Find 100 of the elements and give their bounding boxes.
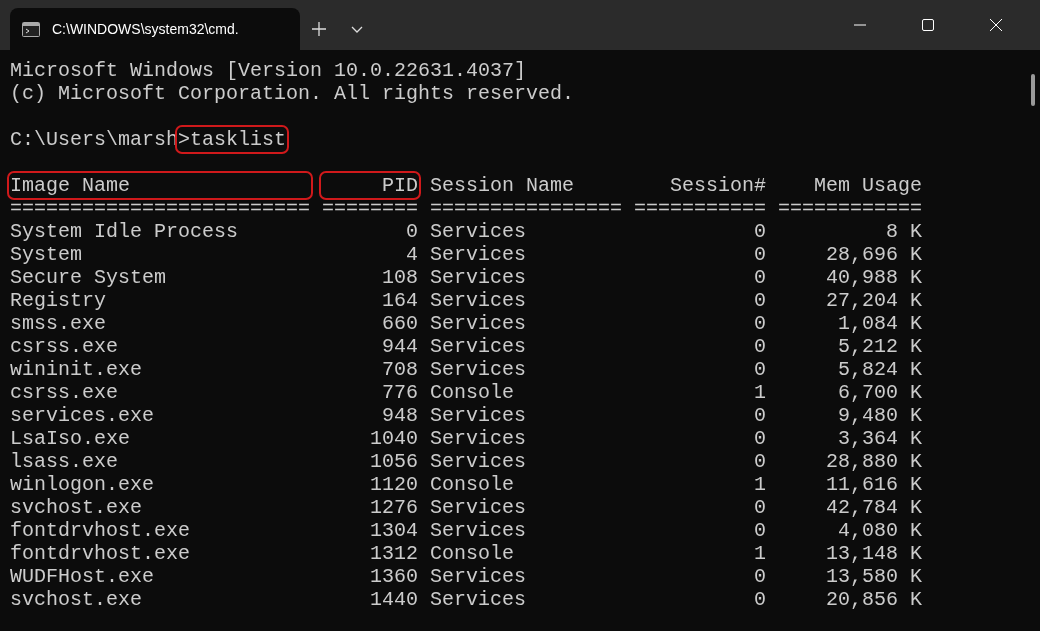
table-cell-text: Services (430, 289, 527, 312)
table-cell-text: services.exe (10, 404, 156, 427)
table-cell-text: fontdrvhost.exe (10, 519, 192, 542)
terminal-icon (22, 21, 40, 37)
table-cell-text: 948 (381, 404, 418, 427)
table-cell-text: lsass.exe (10, 450, 120, 473)
table-cell-text: Services (430, 450, 527, 473)
tab-title: C:\WINDOWS\system32\cmd. (52, 21, 239, 37)
table-cell-text: 1312 (369, 542, 418, 565)
table-cell-text: Services (430, 404, 527, 427)
table-cell-text: 1276 (369, 496, 418, 519)
prompt-path: C:\Users\marsh (10, 128, 179, 151)
table-cell-text: 5,212 K (837, 335, 922, 358)
table-cell-text: 0 (753, 266, 766, 289)
table-cell-text: Services (430, 358, 527, 381)
table-cell-text: 0 (753, 289, 766, 312)
table-cell-text: 20,856 K (825, 588, 922, 611)
column-header: Session Name (430, 174, 576, 197)
table-cell-text: 28,696 K (825, 243, 922, 266)
table-cell-text: 1040 (369, 427, 418, 450)
table-cell-text: 13,580 K (825, 565, 922, 588)
table-cell-text: 776 (381, 381, 418, 404)
table-cell-text: Services (430, 266, 527, 289)
table-cell-text: 1304 (369, 519, 418, 542)
column-header: Session# (669, 174, 766, 197)
table-cell-text: wininit.exe (10, 358, 144, 381)
table-cell-text: System (10, 243, 83, 266)
table-cell-text: Services (430, 220, 527, 243)
table-cell-text: 1,084 K (837, 312, 922, 335)
maximize-icon (922, 19, 934, 31)
table-cell-text: 0 (753, 312, 766, 335)
table-cell-text: Console (430, 381, 515, 404)
minimize-icon (854, 24, 866, 26)
table-cell-text: 1 (753, 381, 766, 404)
table-cell-text: 9,480 K (837, 404, 922, 427)
table-cell-text: Console (430, 473, 515, 496)
table-cell-text: Services (430, 312, 527, 335)
table-cell-text: Secure System (10, 266, 168, 289)
header-underline: ============ (778, 197, 922, 220)
console-text: (c) Microsoft Corporation. All rights reserved. (10, 82, 575, 105)
table-cell-text: 1440 (369, 588, 418, 611)
table-cell-text: Services (430, 588, 527, 611)
table-cell-text: 0 (753, 519, 766, 542)
command-text: >tasklist (178, 128, 287, 151)
table-cell-text: 1 (753, 473, 766, 496)
table-cell-text: Console (430, 542, 515, 565)
table-cell-text: 108 (381, 266, 418, 289)
table-cell-text: 28,880 K (825, 450, 922, 473)
table-cell-text: 0 (753, 565, 766, 588)
table-cell-text: 1120 (369, 473, 418, 496)
table-cell-text: 42,784 K (825, 496, 922, 519)
table-cell-text: Services (430, 335, 527, 358)
column-header: PID (322, 174, 418, 197)
scrollbar-thumb[interactable] (1031, 74, 1035, 106)
table-cell-text: 27,204 K (825, 289, 922, 312)
header-underline: =========== (634, 197, 766, 220)
table-cell-text: csrss.exe (10, 381, 120, 404)
header-underline: ========================= (10, 197, 310, 220)
plus-icon (312, 22, 326, 36)
table-cell-text: 0 (753, 450, 766, 473)
table-cell-text: 5,824 K (837, 358, 922, 381)
table-cell-text: 8 K (885, 220, 922, 243)
table-cell-text: Services (430, 427, 527, 450)
chevron-down-icon (351, 25, 363, 33)
table-cell-text: 708 (381, 358, 418, 381)
table-cell-text: 164 (381, 289, 418, 312)
table-cell-text: svchost.exe (10, 496, 144, 519)
table-cell-text: 0 (753, 427, 766, 450)
table-cell-text: smss.exe (10, 312, 107, 335)
table-cell-text: 0 (753, 358, 766, 381)
table-cell-text: 0 (753, 496, 766, 519)
table-cell-text: LsaIso.exe (10, 427, 132, 450)
close-icon (990, 19, 1002, 31)
table-cell-text: 11,616 K (825, 473, 922, 496)
table-cell-text: 1056 (369, 450, 418, 473)
table-cell-text: Services (430, 519, 527, 542)
console-text: Microsoft Windows [Version 10.0.22631.4037] (10, 59, 527, 82)
table-cell-text: winlogon.exe (10, 473, 156, 496)
table-cell-text: 1360 (369, 565, 418, 588)
table-cell-text: svchost.exe (10, 588, 144, 611)
table-cell-text: Registry (10, 289, 107, 312)
table-cell-text: csrss.exe (10, 335, 120, 358)
table-cell-text: 6,700 K (837, 381, 922, 404)
table-cell-text: 944 (381, 335, 418, 358)
header-underline: ======== (322, 197, 418, 220)
table-cell-text: 3,364 K (837, 427, 922, 450)
terminal-tab[interactable]: C:\WINDOWS\system32\cmd. (10, 8, 300, 50)
table-cell-text: 0 (753, 335, 766, 358)
table-cell-text: fontdrvhost.exe (10, 542, 192, 565)
table-cell-text: Services (430, 496, 527, 519)
table-cell-text: 0 (753, 404, 766, 427)
table-cell-text: WUDFHost.exe (10, 565, 156, 588)
table-cell-text: 660 (381, 312, 418, 335)
table-cell-text: 4,080 K (837, 519, 922, 542)
table-cell-text: 4 (405, 243, 418, 266)
column-header: Image Name (10, 174, 310, 197)
table-cell-text: System Idle Process (10, 220, 240, 243)
table-cell-text: 0 (753, 588, 766, 611)
table-cell-text: Services (430, 565, 527, 588)
table-cell-text: 13,148 K (825, 542, 922, 565)
